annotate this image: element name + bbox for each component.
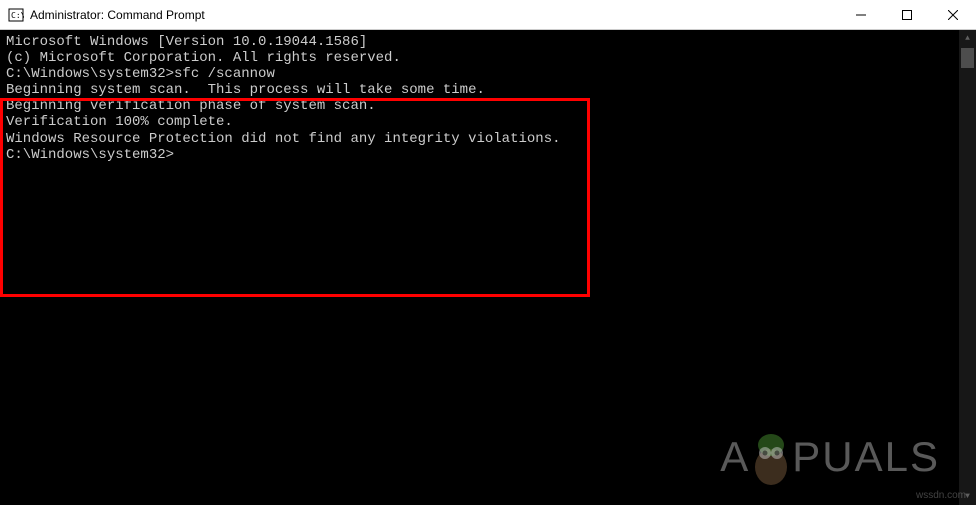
close-button[interactable] [930, 0, 976, 29]
command-prompt-window: C:\ Administrator: Command Prompt Micros… [0, 0, 976, 505]
terminal-line: C:\Windows\system32>sfc /scannow [6, 66, 970, 82]
titlebar[interactable]: C:\ Administrator: Command Prompt [0, 0, 976, 30]
source-watermark: wssdn.com [916, 490, 966, 502]
scroll-up-icon[interactable]: ▲ [959, 30, 976, 47]
window-controls [838, 0, 976, 29]
watermark-logo: A PUALS [720, 427, 940, 487]
svg-text:C:\: C:\ [11, 11, 24, 20]
maximize-button[interactable] [884, 0, 930, 29]
minimize-button[interactable] [838, 0, 884, 29]
mascot-icon [746, 427, 796, 487]
terminal-line: Beginning verification phase of system s… [6, 98, 970, 114]
terminal-line: Verification 100% complete. [6, 114, 970, 130]
terminal-line: (c) Microsoft Corporation. All rights re… [6, 50, 970, 66]
scrollbar-thumb[interactable] [961, 48, 974, 68]
terminal-line: Microsoft Windows [Version 10.0.19044.15… [6, 34, 970, 50]
watermark-text: PUALS [792, 433, 940, 481]
terminal-line: Windows Resource Protection did not find… [6, 131, 970, 147]
scrollbar-track[interactable]: ▲ ▼ [959, 30, 976, 505]
window-title: Administrator: Command Prompt [30, 8, 838, 22]
cmd-icon: C:\ [8, 7, 24, 23]
terminal-line: Beginning system scan. This process will… [6, 82, 970, 98]
terminal-line: C:\Windows\system32> [6, 147, 970, 163]
terminal-output[interactable]: Microsoft Windows [Version 10.0.19044.15… [0, 30, 976, 505]
